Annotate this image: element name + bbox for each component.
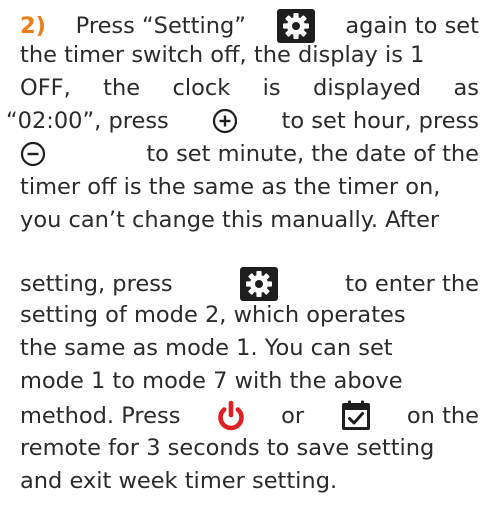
text-segment: or — [281, 403, 305, 429]
text-line-3: OFF, the clock is displayed as — [0, 73, 487, 103]
text-segment: timer off is the same as the timer on, — [20, 174, 441, 200]
text-line-4: “02:00”, press to set hour, press — [0, 106, 487, 136]
text-line-7: you can’t change this manually. After — [0, 205, 487, 235]
text-line-2: the timer switch off, the display is 1 — [0, 40, 487, 70]
text-line-10: the same as mode 1. You can set — [0, 333, 487, 363]
text-line-6: timer off is the same as the timer on, — [0, 172, 487, 202]
text-segment: remote for 3 seconds to save setting — [20, 435, 435, 461]
text-segment: to enter the — [345, 271, 479, 297]
text-segment: again to set — [345, 13, 479, 39]
text-segment: OFF, the clock is displayed as — [20, 75, 479, 101]
text-segment: the timer switch off, the display is 1 — [20, 42, 425, 68]
plus-circle-icon — [212, 108, 238, 134]
gear-icon — [239, 266, 279, 302]
gear-icon — [276, 8, 316, 44]
text-line-1: 2) Press “Setting” again to set — [0, 8, 487, 44]
text-line-9: setting of mode 2, which operates — [0, 300, 487, 330]
text-line-13: remote for 3 seconds to save setting — [0, 433, 487, 463]
text-segment: setting, press — [20, 271, 173, 297]
text-segment: and exit week timer setting. — [20, 468, 338, 494]
text-line-5: to set minute, the date of the — [0, 139, 487, 169]
text-line-14: and exit week timer setting. — [0, 466, 487, 496]
calendar-icon — [340, 400, 372, 432]
text-segment: mode 1 to mode 7 with the above — [20, 368, 403, 394]
text-segment: to set hour, press — [281, 108, 479, 134]
text-line-11: mode 1 to mode 7 with the above — [0, 366, 487, 396]
step-number: 2) — [20, 13, 46, 39]
text-line-12: method. Press or on the — [0, 400, 487, 432]
text-segment: Press “Setting” — [75, 13, 246, 39]
text-segment: the same as mode 1. You can set — [20, 335, 393, 361]
text-segment: on the — [406, 403, 479, 429]
manual-page: 2) Press “Setting” again to set the time… — [0, 0, 487, 506]
text-segment: “02:00”, press — [6, 108, 169, 134]
text-segment: you can’t change this manually. After — [20, 207, 440, 233]
text-segment: to set minute, the date of the — [146, 141, 479, 167]
minus-circle-icon — [20, 141, 46, 167]
text-segment: method. Press — [20, 403, 181, 429]
text-line-8: setting, press to enter the — [0, 266, 487, 302]
power-icon — [216, 400, 246, 432]
text-segment: setting of mode 2, which operates — [20, 302, 406, 328]
